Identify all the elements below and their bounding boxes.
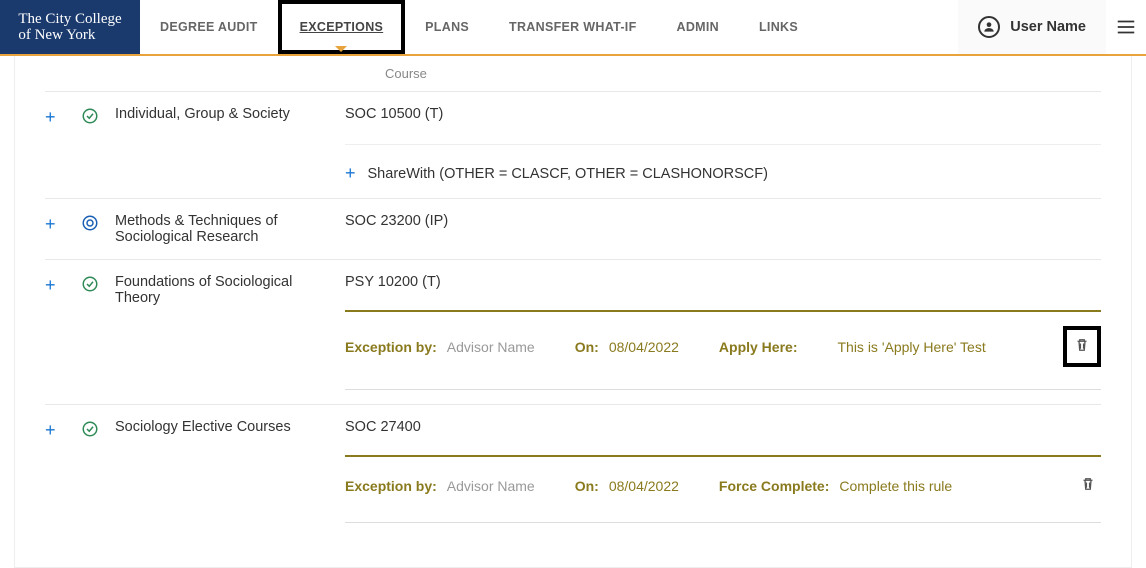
status-complete-icon bbox=[81, 107, 101, 130]
requirement-row: + Individual, Group & Society SOC 10500 … bbox=[45, 91, 1101, 198]
tab-exceptions[interactable]: EXCEPTIONS bbox=[278, 0, 406, 54]
content-panel: Course + Individual, Group & Society SOC… bbox=[14, 56, 1132, 568]
brand-logo: The City College of New York bbox=[0, 0, 140, 54]
exception-by-label: Exception by: bbox=[345, 478, 437, 494]
exception-on-label: On: bbox=[575, 339, 599, 355]
expand-button[interactable]: + bbox=[45, 214, 69, 235]
delete-exception-button[interactable] bbox=[1075, 471, 1101, 500]
menu-button[interactable] bbox=[1106, 0, 1146, 54]
course-text: SOC 23200 (IP) bbox=[345, 213, 1101, 229]
requirement-title: Methods & Techniques of Sociological Res… bbox=[115, 213, 345, 245]
exception-type-value: Complete this rule bbox=[839, 478, 952, 494]
exception-by-label: Exception by: bbox=[345, 339, 437, 355]
status-inprogress-icon bbox=[81, 214, 101, 237]
tab-links[interactable]: LINKS bbox=[739, 0, 818, 54]
course-text: SOC 27400 bbox=[345, 419, 1101, 435]
exception-type-value: This is 'Apply Here' Test bbox=[837, 339, 985, 355]
nav-tabs: DEGREE AUDIT EXCEPTIONS PLANS TRANSFER W… bbox=[140, 0, 818, 54]
requirement-body: SOC 27400 Exception by: Advisor Name On:… bbox=[345, 419, 1101, 523]
exception-on-value: 08/04/2022 bbox=[609, 339, 679, 355]
exception-on-value: 08/04/2022 bbox=[609, 478, 679, 494]
requirement-title: Individual, Group & Society bbox=[115, 106, 345, 122]
user-icon bbox=[978, 16, 1000, 38]
exception-type-label: Force Complete: bbox=[719, 478, 829, 494]
expand-button[interactable]: + bbox=[45, 275, 69, 296]
sharewith-row: + ShareWith (OTHER = CLASCF, OTHER = CLA… bbox=[345, 144, 1101, 184]
status-complete-icon bbox=[81, 275, 101, 298]
tab-transfer-what-if[interactable]: TRANSFER WHAT-IF bbox=[489, 0, 656, 54]
exception-by-value: Advisor Name bbox=[447, 339, 535, 355]
exception-block: Exception by: Advisor Name On: 08/04/202… bbox=[345, 455, 1101, 523]
requirement-row: + Sociology Elective Courses SOC 27400 E… bbox=[45, 404, 1101, 537]
sharewith-text: ShareWith (OTHER = CLASCF, OTHER = CLASH… bbox=[368, 166, 768, 182]
course-text: PSY 10200 (T) bbox=[345, 274, 1101, 290]
topbar: The City College of New York DEGREE AUDI… bbox=[0, 0, 1146, 56]
course-text: SOC 10500 (T) bbox=[345, 106, 1101, 122]
sharewith-add-button[interactable]: + bbox=[345, 163, 356, 184]
user-name: User Name bbox=[1010, 19, 1086, 35]
tab-admin[interactable]: ADMIN bbox=[657, 0, 739, 54]
status-complete-icon bbox=[81, 420, 101, 443]
exception-type-label: Apply Here: bbox=[719, 339, 798, 355]
exception-by-value: Advisor Name bbox=[447, 478, 535, 494]
tab-degree-audit[interactable]: DEGREE AUDIT bbox=[140, 0, 278, 54]
requirement-body: SOC 23200 (IP) bbox=[345, 213, 1101, 229]
exception-block: Exception by: Advisor Name On: 08/04/202… bbox=[345, 310, 1101, 390]
requirement-body: PSY 10200 (T) Exception by: Advisor Name… bbox=[345, 274, 1101, 390]
trash-icon bbox=[1073, 336, 1091, 354]
requirement-body: SOC 10500 (T) + ShareWith (OTHER = CLASC… bbox=[345, 106, 1101, 184]
brand-line1: The City College bbox=[18, 11, 121, 28]
brand-line2: of New York bbox=[18, 27, 121, 44]
requirement-row: + Methods & Techniques of Sociological R… bbox=[45, 198, 1101, 259]
trash-icon bbox=[1079, 475, 1097, 493]
tab-plans[interactable]: PLANS bbox=[405, 0, 489, 54]
delete-exception-button[interactable] bbox=[1063, 326, 1101, 367]
user-block[interactable]: User Name bbox=[958, 0, 1106, 54]
requirement-row: + Foundations of Sociological Theory PSY… bbox=[45, 259, 1101, 404]
exception-on-label: On: bbox=[575, 478, 599, 494]
column-header-course: Course bbox=[45, 56, 1101, 91]
expand-button[interactable]: + bbox=[45, 107, 69, 128]
expand-button[interactable]: + bbox=[45, 420, 69, 441]
requirement-title: Sociology Elective Courses bbox=[115, 419, 345, 435]
requirement-title: Foundations of Sociological Theory bbox=[115, 274, 345, 306]
